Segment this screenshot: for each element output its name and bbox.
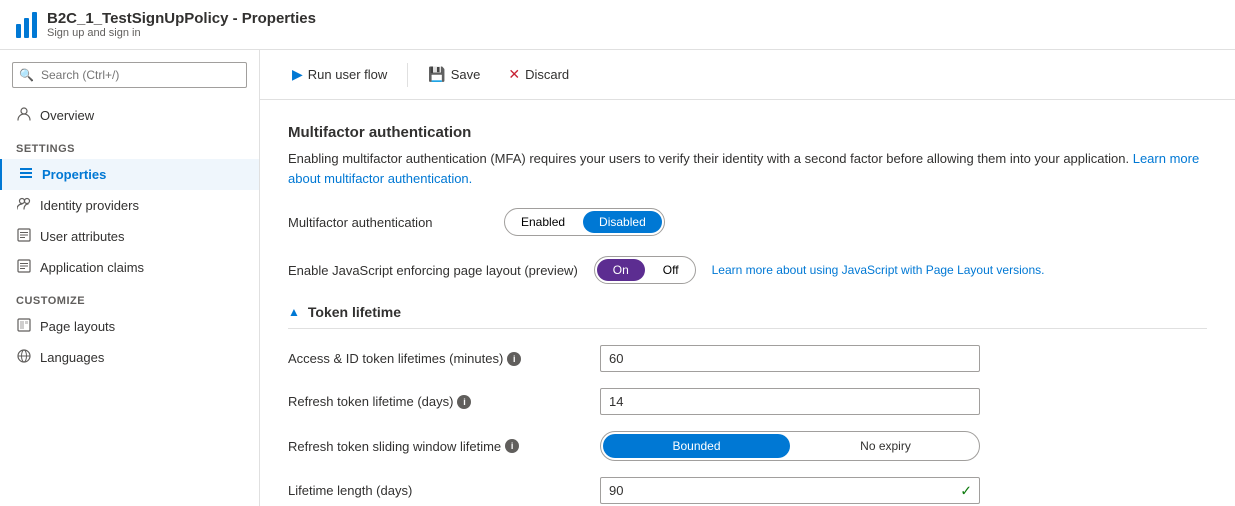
refresh-token-label: Refresh token lifetime (days) i xyxy=(288,394,588,409)
refresh-token-input[interactable] xyxy=(600,388,980,415)
main-layout: 🔍 Overview Settings Properties Identity … xyxy=(0,50,1235,506)
sidebar-label-application-claims: Application claims xyxy=(40,260,144,275)
search-input[interactable] xyxy=(12,62,247,88)
access-id-token-info-icon: i xyxy=(507,352,521,366)
toolbar-separator xyxy=(407,63,408,87)
logo-area: B2C_1_TestSignUpPolicy - Properties Sign… xyxy=(16,10,316,39)
run-icon: ▶ xyxy=(292,66,303,83)
mfa-toggle-row: Multifactor authentication Enabled Disab… xyxy=(288,208,1207,236)
discard-icon: ✕ xyxy=(508,66,520,83)
sidebar-item-application-claims[interactable]: Application claims xyxy=(0,252,259,283)
user-attributes-icon xyxy=(16,228,32,245)
discard-button[interactable]: ✕ Discard xyxy=(496,60,581,89)
mfa-toggle-group: Enabled Disabled xyxy=(504,208,665,236)
customize-section-label: Customize xyxy=(0,283,259,311)
logo-bar-3 xyxy=(32,12,37,38)
page-subtitle: Sign up and sign in xyxy=(47,27,316,39)
lifetime-length-select-wrap: 90 60 120 180 ✓ xyxy=(600,477,980,504)
sidebar-label-user-attributes: User attributes xyxy=(40,229,125,244)
token-lifetime-header: ▲ Token lifetime xyxy=(288,304,1207,329)
sidebar-label-languages: Languages xyxy=(40,350,104,365)
sidebar-label-properties: Properties xyxy=(42,167,106,182)
page-layouts-icon xyxy=(16,318,32,335)
access-id-token-field: Access & ID token lifetimes (minutes) i xyxy=(288,345,1207,372)
no-expiry-option[interactable]: No expiry xyxy=(792,432,979,460)
javascript-toggle-row: Enable JavaScript enforcing page layout … xyxy=(288,256,1207,284)
mfa-enabled-option[interactable]: Enabled xyxy=(505,209,581,235)
sidebar-item-languages[interactable]: Languages xyxy=(0,342,259,373)
sidebar-item-identity-providers[interactable]: Identity providers xyxy=(0,190,259,221)
application-claims-icon xyxy=(16,259,32,276)
bounded-toggle-group: Bounded No expiry xyxy=(600,431,980,461)
header-title-block: B2C_1_TestSignUpPolicy - Properties Sign… xyxy=(47,10,316,39)
lifetime-length-select[interactable]: 90 60 120 180 xyxy=(600,477,980,504)
mfa-title: Multifactor authentication xyxy=(288,124,1207,141)
javascript-on-option[interactable]: On xyxy=(597,259,645,281)
mfa-field-label: Multifactor authentication xyxy=(288,215,488,230)
mfa-disabled-option[interactable]: Disabled xyxy=(583,211,662,233)
toolbar: ▶ Run user flow 💾 Save ✕ Discard xyxy=(260,50,1235,100)
sidebar-item-overview[interactable]: Overview xyxy=(0,100,259,131)
mfa-description: Enabling multifactor authentication (MFA… xyxy=(288,149,1207,188)
sidebar-label-identity-providers: Identity providers xyxy=(40,198,139,213)
overview-icon xyxy=(16,107,32,124)
save-icon: 💾 xyxy=(428,66,445,83)
sidebar: 🔍 Overview Settings Properties Identity … xyxy=(0,50,260,506)
page-title: B2C_1_TestSignUpPolicy - Properties xyxy=(47,10,316,27)
access-id-token-label: Access & ID token lifetimes (minutes) i xyxy=(288,351,588,366)
sidebar-label-page-layouts: Page layouts xyxy=(40,319,115,334)
languages-icon xyxy=(16,349,32,366)
search-icon: 🔍 xyxy=(19,68,34,82)
properties-icon xyxy=(18,166,34,183)
main-content: ▶ Run user flow 💾 Save ✕ Discard Multifa… xyxy=(260,50,1235,506)
run-user-flow-button[interactable]: ▶ Run user flow xyxy=(280,60,399,89)
discard-label: Discard xyxy=(525,67,569,82)
javascript-learn-more-link[interactable]: Learn more about using JavaScript with P… xyxy=(712,263,1045,277)
identity-providers-icon xyxy=(16,197,32,214)
mfa-section: Multifactor authentication Enabling mult… xyxy=(288,124,1207,284)
refresh-sliding-field: Refresh token sliding window lifetime i … xyxy=(288,431,1207,461)
bounded-option[interactable]: Bounded xyxy=(603,434,790,458)
logo-bar-2 xyxy=(24,18,29,38)
collapse-icon[interactable]: ▲ xyxy=(288,305,300,319)
lifetime-length-label: Lifetime length (days) xyxy=(288,483,588,498)
token-lifetime-title: Token lifetime xyxy=(308,304,401,320)
save-label: Save xyxy=(451,67,481,82)
refresh-token-info-icon: i xyxy=(457,395,471,409)
refresh-sliding-label: Refresh token sliding window lifetime i xyxy=(288,439,588,454)
app-header: B2C_1_TestSignUpPolicy - Properties Sign… xyxy=(0,0,1235,50)
properties-content: Multifactor authentication Enabling mult… xyxy=(260,100,1235,506)
refresh-token-field: Refresh token lifetime (days) i xyxy=(288,388,1207,415)
refresh-sliding-info-icon: i xyxy=(505,439,519,453)
save-button[interactable]: 💾 Save xyxy=(416,60,492,89)
logo-icon xyxy=(16,12,37,38)
access-id-token-input[interactable] xyxy=(600,345,980,372)
token-lifetime-section: ▲ Token lifetime Access & ID token lifet… xyxy=(288,304,1207,504)
settings-section-label: Settings xyxy=(0,131,259,159)
javascript-field-label: Enable JavaScript enforcing page layout … xyxy=(288,263,578,278)
search-container: 🔍 xyxy=(12,62,247,88)
sidebar-item-properties[interactable]: Properties xyxy=(0,159,259,190)
sidebar-item-user-attributes[interactable]: User attributes xyxy=(0,221,259,252)
sidebar-label-overview: Overview xyxy=(40,108,94,123)
lifetime-length-field: Lifetime length (days) 90 60 120 180 ✓ xyxy=(288,477,1207,504)
run-user-flow-label: Run user flow xyxy=(308,67,387,82)
javascript-off-option[interactable]: Off xyxy=(647,257,695,283)
logo-bar-1 xyxy=(16,24,21,38)
mfa-desc-text: Enabling multifactor authentication (MFA… xyxy=(288,151,1129,166)
javascript-toggle-group: On Off xyxy=(594,256,696,284)
sidebar-item-page-layouts[interactable]: Page layouts xyxy=(0,311,259,342)
